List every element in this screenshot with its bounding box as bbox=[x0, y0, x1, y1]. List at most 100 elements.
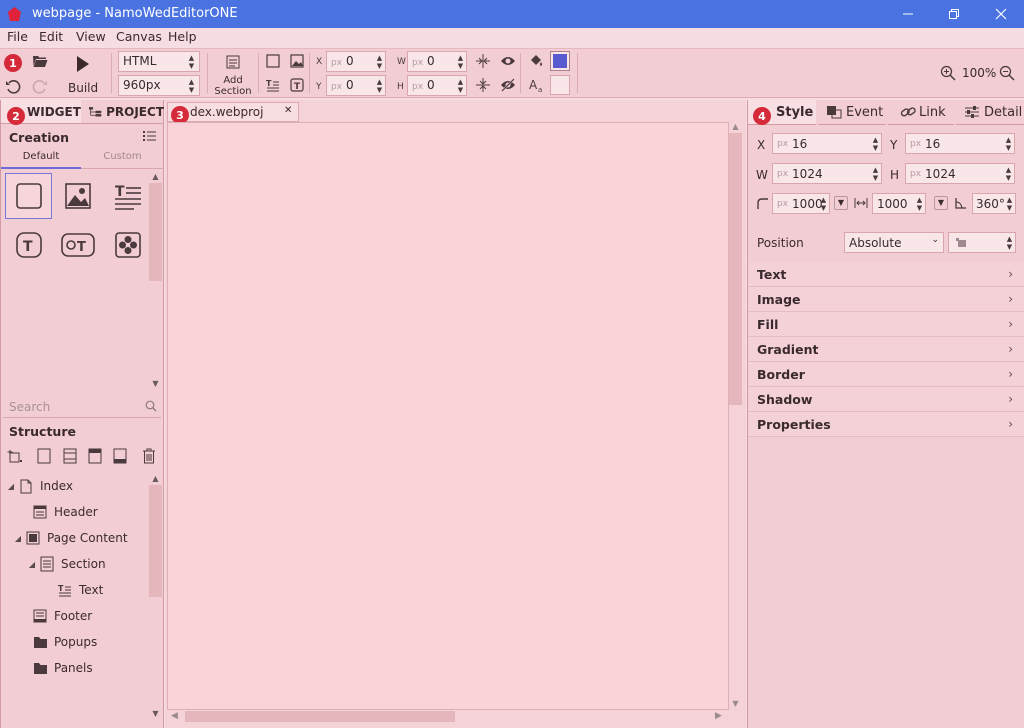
header-block-icon[interactable] bbox=[88, 448, 102, 464]
tree-scrollbar[interactable]: ▲ ▼ bbox=[149, 474, 162, 724]
text-box-widget-icon[interactable]: T bbox=[287, 75, 307, 95]
h-spinner[interactable]: ▲ ▼ bbox=[455, 75, 466, 96]
list-view-icon[interactable] bbox=[143, 130, 157, 142]
scroll-left-icon[interactable]: ◀ bbox=[171, 711, 178, 721]
page-width-select[interactable]: 960px ▲ ▼ bbox=[118, 75, 200, 96]
angle-spinner[interactable]: ▲ ▼ bbox=[1004, 193, 1015, 214]
expand-arrow-icon[interactable]: ◢ bbox=[11, 534, 25, 543]
section-gradient[interactable]: Gradient › bbox=[748, 337, 1024, 362]
y-position-input[interactable]: px 16 ▲ ▼ bbox=[905, 133, 1015, 154]
section-properties[interactable]: Properties › bbox=[748, 412, 1024, 437]
section-image[interactable]: Image › bbox=[748, 287, 1024, 312]
tree-item-footer[interactable]: Footer bbox=[1, 603, 149, 629]
scroll-up-icon[interactable]: ▲ bbox=[729, 122, 742, 131]
expand-arrow-icon[interactable]: ◢ bbox=[25, 560, 39, 569]
x-position-input[interactable]: px 16 ▲ ▼ bbox=[772, 133, 882, 154]
align-horizontal-icon[interactable] bbox=[473, 51, 493, 71]
tab-event[interactable]: Event bbox=[818, 100, 886, 125]
x-input[interactable]: px 0 ▲ ▼ bbox=[326, 51, 386, 72]
widget-text-input[interactable]: T bbox=[54, 222, 101, 268]
section-icon[interactable] bbox=[63, 448, 77, 464]
widget-component[interactable] bbox=[104, 222, 151, 268]
subtab-custom[interactable]: Custom bbox=[81, 151, 164, 169]
canvas-horizontal-scrollbar[interactable]: ◀ ▶ bbox=[167, 710, 729, 723]
scroll-up-icon[interactable]: ▲ bbox=[149, 172, 162, 181]
page-width-spinner[interactable]: ▲ ▼ bbox=[186, 75, 197, 96]
design-canvas[interactable] bbox=[167, 122, 729, 710]
subtab-default[interactable]: Default bbox=[1, 151, 81, 169]
box-widget-icon[interactable] bbox=[263, 51, 283, 71]
tab-project[interactable]: PROJECT bbox=[81, 100, 164, 124]
spacing-spinner[interactable]: ▲ ▼ bbox=[914, 193, 925, 214]
doc-type-spinner[interactable]: ▲ ▼ bbox=[186, 51, 197, 72]
doc-type-select[interactable]: HTML ▲ ▼ bbox=[118, 51, 200, 72]
search-icon[interactable] bbox=[145, 400, 157, 412]
y-input[interactable]: px 0 ▲ ▼ bbox=[326, 75, 386, 96]
canvas-vertical-scrollbar[interactable]: ▲ ▼ bbox=[729, 122, 742, 710]
section-border[interactable]: Border › bbox=[748, 362, 1024, 387]
build-button[interactable]: Build bbox=[62, 51, 102, 95]
angle-input[interactable]: 360° ▲ ▼ bbox=[972, 193, 1016, 214]
minimize-button[interactable] bbox=[885, 0, 931, 28]
add-section-button[interactable]: Add Section bbox=[214, 51, 252, 97]
zoom-in-icon[interactable] bbox=[938, 63, 958, 83]
widget-text[interactable]: T bbox=[5, 222, 52, 268]
corner-radius-spinner[interactable]: ▲ ▼ bbox=[818, 193, 829, 214]
scroll-thumb[interactable] bbox=[149, 485, 162, 597]
tree-item-page-content[interactable]: ◢ Page Content bbox=[1, 525, 149, 551]
y-spinner[interactable]: ▲ ▼ bbox=[1003, 133, 1014, 154]
w-input[interactable]: px 0 ▲ ▼ bbox=[407, 51, 467, 72]
open-folder-icon[interactable] bbox=[30, 51, 50, 71]
width-input[interactable]: px 1024 ▲ ▼ bbox=[772, 163, 882, 184]
section-fill[interactable]: Fill › bbox=[748, 312, 1024, 337]
menu-help[interactable]: Help bbox=[168, 28, 197, 48]
scroll-down-icon[interactable]: ▼ bbox=[149, 709, 162, 718]
text-color-swatch[interactable] bbox=[550, 75, 570, 95]
menu-view[interactable]: View bbox=[76, 28, 106, 48]
add-page-icon[interactable] bbox=[7, 448, 23, 464]
tab-detail[interactable]: Detail bbox=[956, 100, 1024, 125]
tab-link[interactable]: Link bbox=[888, 100, 954, 125]
close-tab-icon[interactable]: ✕ bbox=[284, 105, 292, 116]
width-spinner[interactable]: ▲ ▼ bbox=[870, 163, 881, 184]
section-text[interactable]: Text › bbox=[748, 262, 1024, 287]
tree-item-text[interactable]: T Text bbox=[1, 577, 149, 603]
zoom-out-icon[interactable] bbox=[997, 63, 1017, 83]
y-spinner[interactable]: ▲ ▼ bbox=[374, 75, 385, 96]
delete-icon[interactable] bbox=[142, 448, 156, 464]
fill-bucket-icon[interactable] bbox=[526, 51, 546, 71]
scroll-down-icon[interactable]: ▼ bbox=[729, 699, 742, 708]
menu-canvas[interactable]: Canvas bbox=[116, 28, 162, 48]
position-select[interactable]: Absolute ⌄ bbox=[844, 232, 944, 253]
position-anchor-input[interactable]: ▲ ▼ bbox=[948, 232, 1016, 253]
tree-item-popups[interactable]: Popups bbox=[1, 629, 149, 655]
scroll-thumb[interactable] bbox=[729, 133, 742, 405]
widget-image[interactable] bbox=[54, 173, 101, 219]
tree-item-section[interactable]: ◢ Section bbox=[1, 551, 149, 577]
tree-item-header[interactable]: Header bbox=[1, 499, 149, 525]
menu-file[interactable]: File bbox=[7, 28, 28, 48]
spacing-input[interactable]: 1000 ▲ ▼ bbox=[872, 193, 926, 214]
anchor-spinner[interactable]: ▲ ▼ bbox=[1004, 232, 1015, 253]
restore-button[interactable] bbox=[931, 0, 977, 28]
tree-item-index[interactable]: ◢ Index bbox=[1, 473, 149, 499]
tree-item-panels[interactable]: Panels bbox=[1, 655, 149, 681]
height-input[interactable]: px 1024 ▲ ▼ bbox=[905, 163, 1015, 184]
close-button[interactable] bbox=[978, 0, 1024, 28]
x-spinner[interactable]: ▲ ▼ bbox=[374, 51, 385, 72]
widget-box[interactable] bbox=[5, 173, 52, 219]
widget-scrollbar[interactable]: ▲ ▼ bbox=[149, 172, 162, 392]
scroll-down-icon[interactable]: ▼ bbox=[149, 379, 162, 388]
section-shadow[interactable]: Shadow › bbox=[748, 387, 1024, 412]
fill-color-swatch[interactable] bbox=[550, 51, 570, 71]
image-widget-icon[interactable] bbox=[287, 51, 307, 71]
w-spinner[interactable]: ▲ ▼ bbox=[455, 51, 466, 72]
eye-hidden-icon[interactable] bbox=[498, 75, 518, 95]
search-box[interactable]: Search bbox=[3, 396, 161, 418]
paragraph-widget-icon[interactable]: T bbox=[263, 75, 283, 95]
scroll-thumb[interactable] bbox=[185, 711, 455, 722]
expand-arrow-icon[interactable]: ◢ bbox=[4, 482, 18, 491]
x-spinner[interactable]: ▲ ▼ bbox=[870, 133, 881, 154]
eye-icon[interactable] bbox=[498, 51, 518, 71]
text-color-icon[interactable]: Aa bbox=[526, 75, 546, 95]
